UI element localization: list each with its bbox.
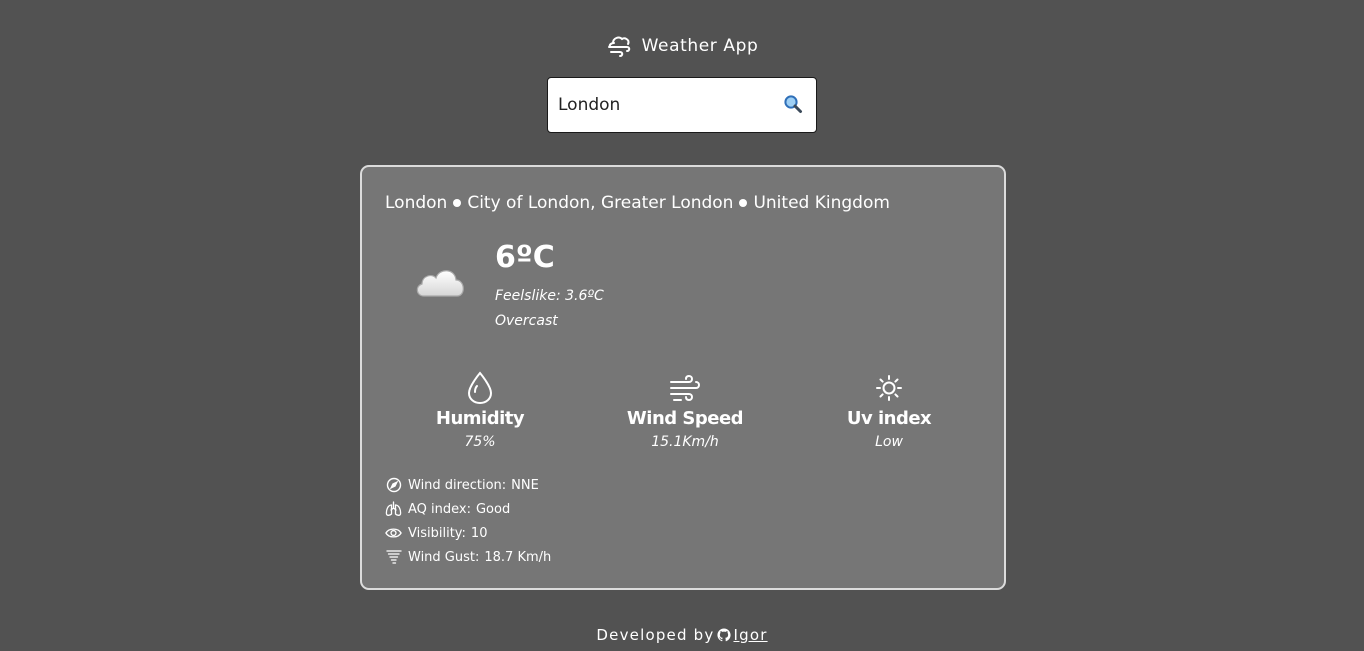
separator-dot [739, 199, 748, 207]
detail-value: 10 [470, 525, 488, 541]
feelslike-value: 3.6ºC [565, 288, 604, 304]
overcast-cloud-icon [412, 260, 468, 306]
stat-title: Humidity [435, 408, 525, 429]
stat-value: 75% [464, 434, 496, 450]
footer-prefix: Developed by [596, 626, 715, 644]
detail-value: 18.7 Km/h [484, 549, 552, 565]
temperature: 6ºC [495, 240, 555, 275]
details-list: Wind direction: NNE AQ index: Good Visib… [385, 473, 551, 569]
magnifier-icon [783, 94, 803, 118]
lungs-icon [385, 501, 402, 518]
github-icon [717, 628, 732, 642]
detail-label: Visibility: [408, 525, 466, 541]
stat-uv-index: Uv index Low [799, 370, 979, 450]
detail-wind-gust: Wind Gust: 18.7 Km/h [385, 545, 551, 569]
stat-value: Low [875, 434, 903, 450]
eye-icon [385, 525, 402, 542]
detail-wind-direction: Wind direction: NNE [385, 473, 551, 497]
detail-value: NNE [511, 477, 539, 493]
detail-value: Good [475, 501, 511, 517]
app-header: Weather App [0, 31, 1364, 61]
stat-wind-speed: Wind Speed 15.1Km/h [595, 370, 775, 450]
droplet-icon [390, 370, 570, 406]
wind-icon [595, 370, 775, 406]
location-country: United Kingdom [753, 193, 890, 213]
search-box [547, 77, 817, 133]
condition-text: Overcast [495, 313, 558, 329]
stat-humidity: Humidity 75% [390, 370, 570, 450]
cloud-wind-icon [606, 33, 632, 59]
weather-card: London City of London, Greater London Unit… [360, 165, 1006, 590]
author-link[interactable]: Igor [733, 626, 767, 644]
detail-visibility: Visibility: 10 [385, 521, 551, 545]
search-button[interactable] [782, 95, 804, 117]
detail-label: Wind Gust: [408, 549, 480, 565]
stat-value: 15.1Km/h [651, 434, 719, 450]
feelslike: Feelslike: 3.6ºC [495, 288, 604, 304]
stat-title: Uv index [846, 408, 932, 429]
location-region: City of London, Greater London [467, 193, 734, 213]
footer: Developed by Igor [0, 624, 1364, 646]
sun-icon [799, 370, 979, 406]
detail-label: AQ index: [408, 501, 471, 517]
detail-label: Wind direction: [408, 477, 507, 493]
compass-icon [385, 477, 402, 494]
separator-dot [453, 199, 462, 207]
search-input[interactable] [548, 85, 773, 125]
tornado-icon [385, 549, 402, 566]
location-city: London [385, 193, 448, 213]
detail-aq-index: AQ index: Good [385, 497, 551, 521]
weather-app-page: Weather App London City of London, Greate… [0, 0, 1364, 651]
feelslike-label: Feelslike: [495, 288, 561, 304]
stat-title: Wind Speed [626, 408, 744, 429]
location-line: London City of London, Greater London Unit… [385, 193, 890, 213]
app-title: Weather App [641, 36, 759, 56]
